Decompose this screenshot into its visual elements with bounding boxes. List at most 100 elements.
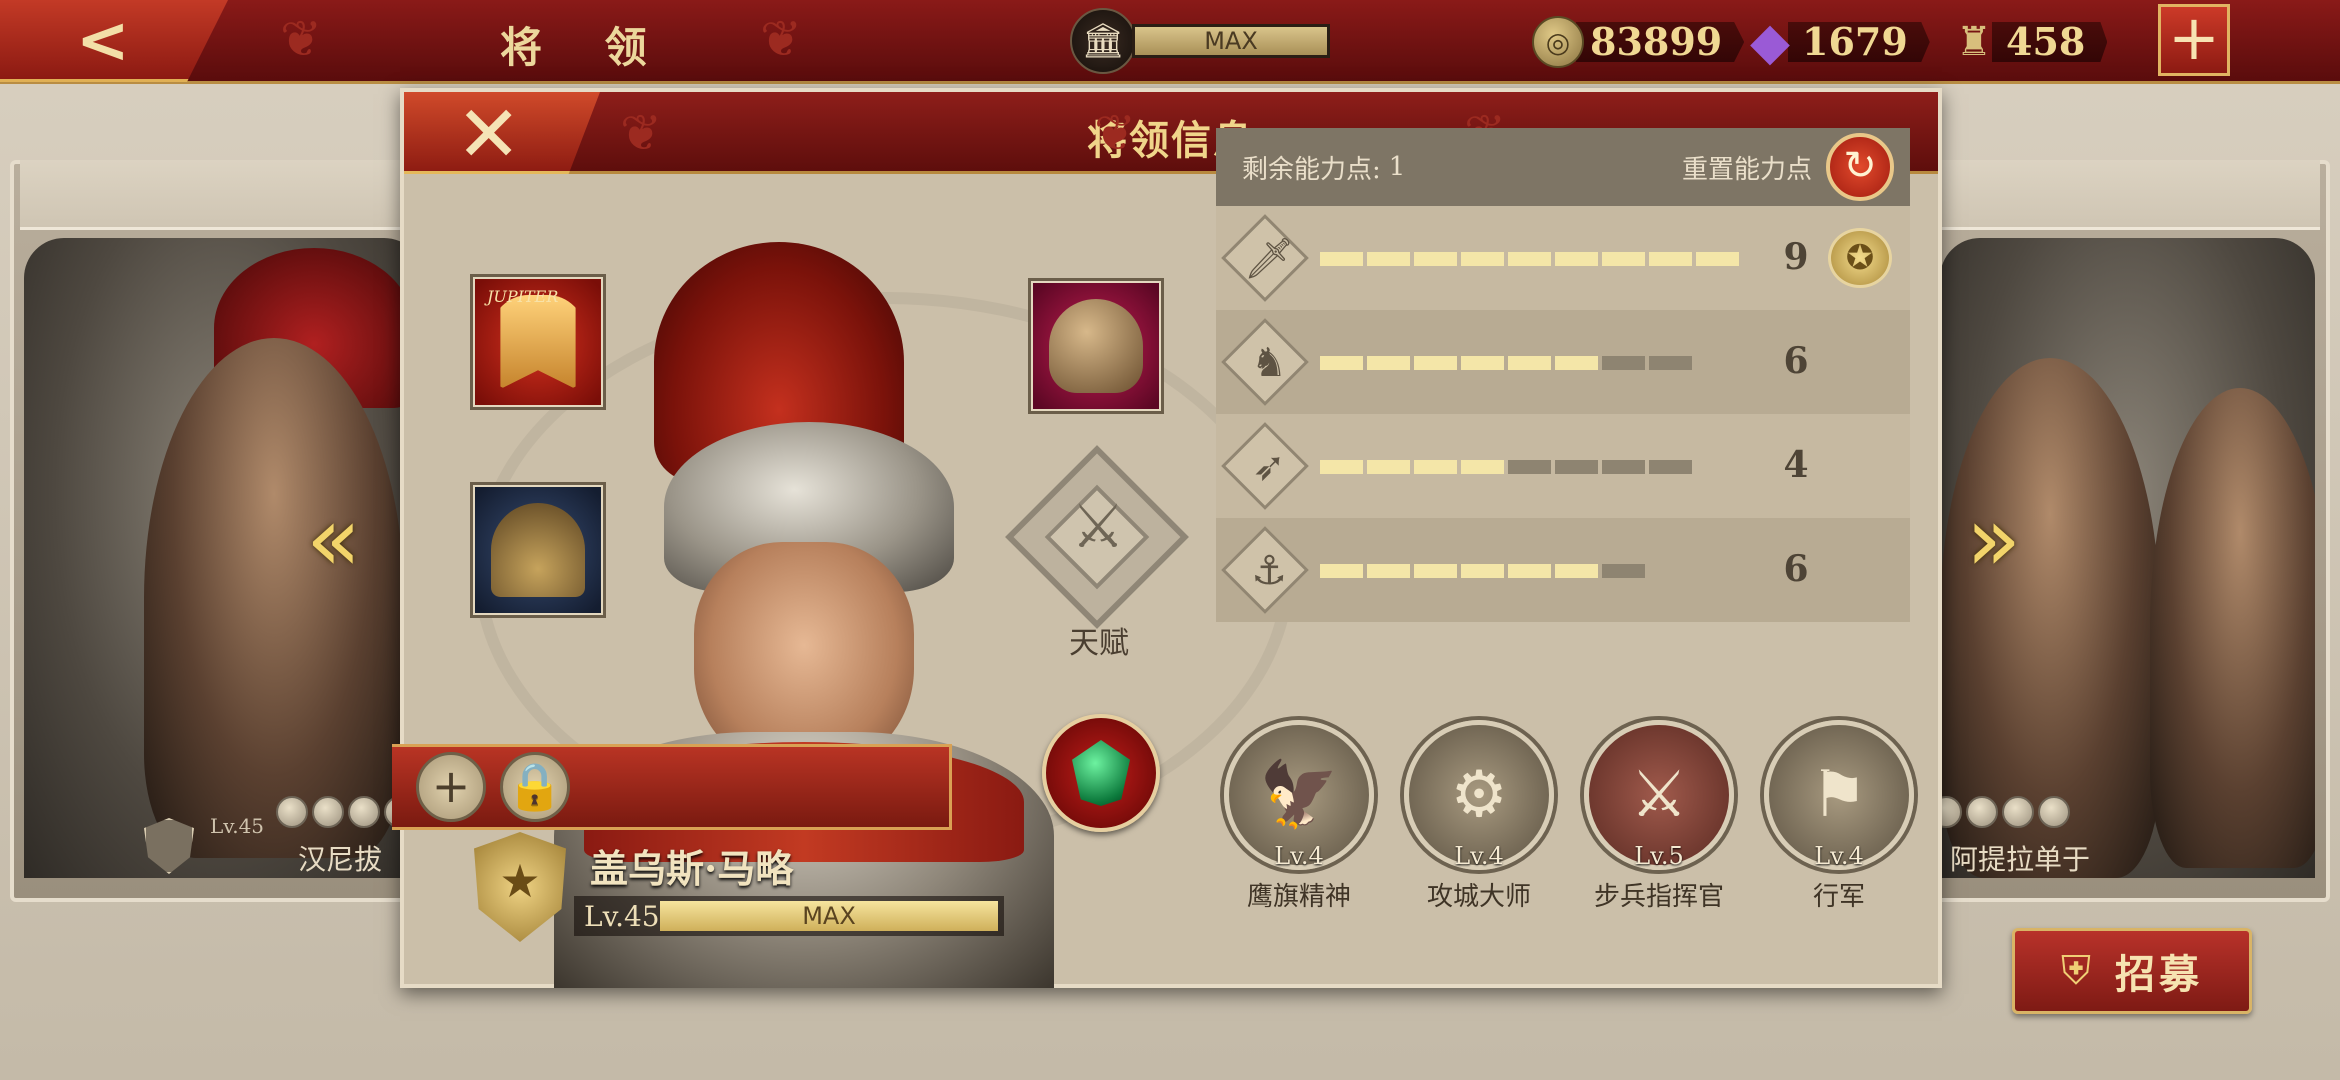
star-medal-icon: ✪ bbox=[1828, 228, 1892, 288]
spqr-eagle-icon: ♜ bbox=[1956, 19, 1992, 65]
back-arrow-icon: < bbox=[76, 4, 130, 78]
reset-points-label: 重置能力点 bbox=[1681, 154, 1812, 185]
stat-row-navy[interactable]: ⚓ 6 bbox=[1216, 518, 1910, 622]
skill-level: Lv.4 bbox=[1814, 842, 1864, 870]
armor-icon bbox=[1049, 299, 1143, 393]
stat-bar-segment bbox=[1602, 252, 1645, 266]
stat-bar bbox=[1320, 460, 1692, 474]
emerald-icon bbox=[1072, 740, 1130, 806]
stat-bar-segment bbox=[1367, 564, 1410, 578]
stat-bar-segment bbox=[1320, 564, 1363, 578]
coin-icon bbox=[312, 796, 344, 828]
reset-points-button[interactable]: ↻ bbox=[1826, 133, 1894, 201]
top-bar: < ❦ 将 领 ❦ 🏛 MAX ◎ 83899 ◆ 1679 ♜ 458 + bbox=[0, 0, 2340, 84]
stat-bar-segment bbox=[1649, 460, 1692, 474]
add-resource-button[interactable]: + bbox=[2158, 4, 2230, 76]
skill-infantry-commander[interactable]: ⚔ Lv.5 步兵指挥官 bbox=[1584, 720, 1734, 913]
skill-name: 步兵指挥官 bbox=[1593, 882, 1724, 912]
stat-bar-segment bbox=[1508, 460, 1551, 474]
add-button[interactable]: + bbox=[416, 752, 486, 822]
skill-level: Lv.4 bbox=[1454, 842, 1504, 870]
stat-value: 6 bbox=[1783, 340, 1809, 382]
star-icon: ★ bbox=[499, 854, 541, 908]
horse-icon: ♞ bbox=[1251, 340, 1287, 386]
stat-bar-segment bbox=[1555, 252, 1598, 266]
skill-eagle-spirit[interactable]: 🦅 Lv.4 鹰旗精神 bbox=[1224, 720, 1374, 913]
stat-bar-segment bbox=[1367, 252, 1410, 266]
stat-bar-segment bbox=[1414, 564, 1457, 578]
coin-resource[interactable]: ◎ 83899 bbox=[1532, 14, 1745, 70]
stat-bar-segment bbox=[1602, 356, 1645, 370]
prev-hero-portrait bbox=[144, 338, 404, 858]
building-level-bar: MAX bbox=[1132, 24, 1330, 58]
hero-info-modal: ✕ ❦ 将领信息 ❦ ❦ JUPITER ⚔ 天赋 + 🔒 ★ 盖乌斯·马略 L… bbox=[392, 88, 1942, 988]
building-level[interactable]: 🏛 MAX bbox=[1070, 8, 1330, 74]
stat-bar-segment bbox=[1555, 356, 1598, 370]
stat-bar-segment bbox=[1414, 252, 1457, 266]
coin-icon bbox=[2002, 796, 2034, 828]
crossed-swords-icon: ⚔ bbox=[1071, 492, 1125, 562]
back-button[interactable]: < bbox=[0, 0, 228, 82]
coin-icon bbox=[276, 796, 308, 828]
skill-siege-master[interactable]: ⚙ Lv.4 攻城大师 bbox=[1404, 720, 1554, 913]
prev-arrow-icon[interactable]: « bbox=[306, 490, 376, 590]
banner-text: JUPITER bbox=[487, 287, 559, 306]
stat-bar-segment bbox=[1555, 460, 1598, 474]
recruit-button[interactable]: ⛨ 招募 bbox=[2012, 928, 2252, 1014]
skill-name: 鹰旗精神 bbox=[1246, 882, 1351, 912]
stat-value: 4 bbox=[1783, 444, 1809, 486]
page-title: 将 领 bbox=[500, 23, 671, 72]
stat-bar-segment bbox=[1414, 460, 1457, 474]
sword-icon: 🗡 bbox=[1243, 236, 1295, 282]
stat-bar-segment bbox=[1461, 564, 1504, 578]
stat-bar-segment bbox=[1461, 252, 1504, 266]
coin-icon bbox=[1940, 796, 1962, 828]
coin-icon bbox=[1966, 796, 1998, 828]
next-hero-name: 阿提拉单于 bbox=[1950, 843, 2091, 876]
stat-bar-segment bbox=[1508, 564, 1551, 578]
stat-bar-segment bbox=[1367, 460, 1410, 474]
stat-bar-segment bbox=[1508, 252, 1551, 266]
coin-count: 83899 bbox=[1576, 22, 1745, 62]
stat-bar-segment bbox=[1649, 356, 1692, 370]
stat-bar-segment bbox=[1602, 460, 1645, 474]
stat-row-attack[interactable]: 🗡 9 ✪ bbox=[1216, 206, 1910, 310]
lock-button[interactable]: 🔒 bbox=[500, 752, 570, 822]
gem-badge-button[interactable] bbox=[1042, 714, 1160, 832]
hero-level-row: Lv.45 MAX bbox=[574, 896, 1004, 936]
token-resource[interactable]: ♜ 458 bbox=[1948, 14, 2108, 70]
hero-name: 盖乌斯·马略 bbox=[590, 846, 794, 891]
skill-name: 行军 bbox=[1812, 882, 1865, 912]
stat-bar-segment bbox=[1696, 252, 1739, 266]
stat-row-archery[interactable]: ➶ 4 bbox=[1216, 414, 1910, 518]
stat-bar-segment bbox=[1508, 356, 1551, 370]
stat-value: 6 bbox=[1783, 548, 1809, 590]
coin-icon: ◎ bbox=[1532, 16, 1584, 68]
stat-bar-segment bbox=[1414, 356, 1457, 370]
stat-bar-segment bbox=[1555, 564, 1598, 578]
hero-level: Lv.45 bbox=[584, 899, 660, 933]
remaining-points-label: 剩余能力点: bbox=[1242, 154, 1381, 185]
skill-march[interactable]: ⚑ Lv.4 行军 bbox=[1764, 720, 1914, 913]
stat-bar bbox=[1320, 252, 1739, 266]
purple-gem-icon: ◆ bbox=[1750, 12, 1790, 72]
anchor-icon: ⚓ bbox=[1251, 548, 1287, 594]
skill-level: Lv.5 bbox=[1634, 842, 1684, 870]
next-hero-portrait-2 bbox=[2150, 388, 2315, 868]
ability-points-header: 剩余能力点: 1 重置能力点 ↻ bbox=[1216, 128, 1910, 206]
laurel-icon: ❦ bbox=[1094, 104, 1136, 162]
stat-bar-segment bbox=[1461, 356, 1504, 370]
remaining-points-value: 1 bbox=[1388, 152, 1406, 182]
stat-bar bbox=[1320, 564, 1645, 578]
next-hero-stars bbox=[1940, 796, 2070, 828]
rank-shield-icon bbox=[144, 818, 194, 874]
prev-hero-name: 汉尼拔 bbox=[298, 843, 383, 876]
coin-icon bbox=[348, 796, 380, 828]
next-arrow-icon[interactable]: » bbox=[1966, 490, 2036, 590]
stat-bar-segment bbox=[1461, 460, 1504, 474]
stat-row-cavalry[interactable]: ♞ 6 bbox=[1216, 310, 1910, 414]
stat-bar-segment bbox=[1367, 356, 1410, 370]
temple-icon: 🏛 bbox=[1070, 8, 1136, 74]
stat-bar-segment bbox=[1649, 252, 1692, 266]
gem-resource[interactable]: ◆ 1679 bbox=[1744, 12, 1930, 72]
